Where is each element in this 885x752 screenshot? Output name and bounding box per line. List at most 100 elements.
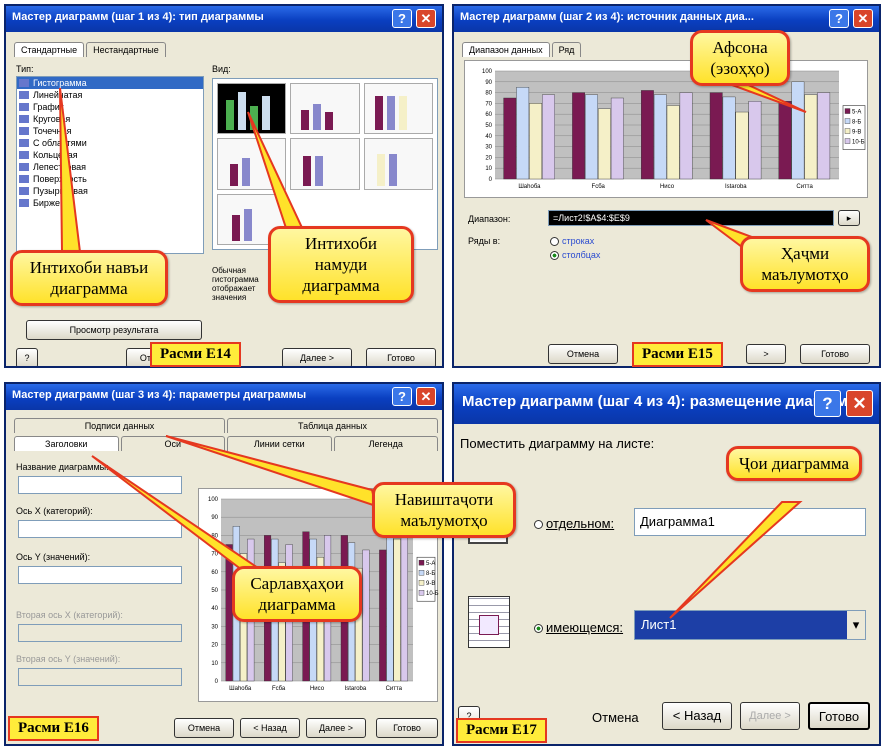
y-tick-label: 70 xyxy=(485,101,492,107)
list-item[interactable]: Кольцевая xyxy=(17,149,203,161)
y-tick-label: 90 xyxy=(485,80,492,86)
radio-existing[interactable]: имеющемся: xyxy=(534,620,623,635)
view-label: Вид: xyxy=(212,64,231,74)
separate-sheet-input[interactable]: Диаграмма1 xyxy=(634,508,866,536)
cancel-button[interactable]: Отмена xyxy=(548,344,618,364)
tab-data-table[interactable]: Таблица данных xyxy=(227,418,438,433)
chart-subtype-grid[interactable] xyxy=(212,78,438,250)
subtype-tile[interactable] xyxy=(217,83,287,135)
close-icon[interactable]: ✕ xyxy=(853,9,873,28)
y-tick-label: 60 xyxy=(485,112,492,118)
finish-button[interactable]: Готово xyxy=(376,718,438,738)
x-tick-label: Fсба xyxy=(272,686,286,692)
placement-section-label: Поместить диаграмму на листе: xyxy=(460,436,655,451)
tab-series[interactable]: Ряд xyxy=(551,42,582,57)
y-axis-input[interactable] xyxy=(18,566,182,584)
radio-columns[interactable]: столбцах xyxy=(550,250,601,261)
y-tick-label: 70 xyxy=(211,552,218,558)
next-button[interactable]: Далее > xyxy=(282,348,352,366)
next-button: Далее > xyxy=(740,702,800,730)
x-tick-label: Шаhоба xyxy=(518,184,541,190)
next-button[interactable]: > xyxy=(746,344,786,364)
x-axis-input[interactable] xyxy=(18,520,182,538)
subtype-tile[interactable] xyxy=(290,138,360,190)
legend-swatch xyxy=(844,138,851,144)
radio-circle-icon xyxy=(534,624,543,634)
bar xyxy=(804,94,818,180)
legend-label: 8-Б xyxy=(852,120,861,126)
list-item[interactable]: Точечная xyxy=(17,125,203,137)
list-item[interactable]: Поверхность xyxy=(17,173,203,185)
help-button[interactable]: ? xyxy=(16,348,38,366)
finish-button[interactable]: Готово xyxy=(808,702,870,730)
chart-title-input[interactable] xyxy=(18,476,182,494)
help-icon[interactable]: ? xyxy=(392,9,412,28)
legend-swatch xyxy=(844,118,851,124)
tab-legend[interactable]: Легенда xyxy=(333,436,438,451)
help-icon[interactable]: ? xyxy=(392,387,412,406)
subtype-tile[interactable] xyxy=(217,138,287,190)
y-tick-label: 20 xyxy=(485,155,492,161)
close-icon[interactable]: ✕ xyxy=(846,390,873,417)
tab-standard[interactable]: Стандартные xyxy=(14,42,85,57)
help-icon[interactable]: ? xyxy=(829,9,849,28)
radio-rows-label: строках xyxy=(562,236,595,246)
radio-separate[interactable]: отдельном: xyxy=(534,516,614,531)
x-tick-label: Istaroba xyxy=(345,686,367,692)
secondary-x-label: Вторая ось X (категорий): xyxy=(16,610,123,620)
list-item[interactable]: Пузырьковая xyxy=(17,185,203,197)
chevron-down-icon[interactable]: ▾ xyxy=(847,611,865,639)
y-tick-label: 60 xyxy=(211,570,218,576)
tab-data-range[interactable]: Диапазон данных xyxy=(462,42,550,57)
subtype-tile[interactable] xyxy=(363,138,433,190)
list-item[interactable]: Лепестковая xyxy=(17,161,203,173)
x-tick-label: Fсба xyxy=(592,184,606,190)
preview-button[interactable]: Просмотр результата xyxy=(26,320,202,340)
dialog-title: Мастер диаграмм (шаг 4 из 4): размещение… xyxy=(462,393,872,410)
existing-sheet-select[interactable]: Лист1 ▾ xyxy=(634,610,866,640)
legend-label: 10-Б xyxy=(852,140,865,146)
list-item[interactable]: Биржевая xyxy=(17,197,203,209)
radio-columns-label: столбцах xyxy=(562,250,601,260)
tab-data-labels[interactable]: Подписи данных xyxy=(14,418,225,433)
callout-chart-view: Интихоби намуди диаграмма xyxy=(268,226,414,303)
list-item[interactable]: Круговая xyxy=(17,113,203,125)
range-input[interactable]: =Лист2!$A$4:$E$9 xyxy=(548,210,834,226)
list-item[interactable]: С областями xyxy=(17,137,203,149)
cancel-button[interactable]: Отмена xyxy=(592,710,639,725)
y-tick-label: 30 xyxy=(485,145,492,151)
close-icon[interactable]: ✕ xyxy=(416,387,436,406)
finish-button[interactable]: Готово xyxy=(366,348,436,366)
bar xyxy=(817,92,831,180)
next-button[interactable]: Далее > xyxy=(306,718,366,738)
tab-gridlines[interactable]: Линии сетки xyxy=(227,436,332,451)
chart-title-label: Название диаграммы: xyxy=(16,462,109,472)
tab-custom[interactable]: Нестандартные xyxy=(86,42,166,57)
chart-type-list[interactable]: Гистограмма Линейчатая График Круговая Т… xyxy=(16,76,204,254)
close-icon[interactable]: ✕ xyxy=(416,9,436,28)
tab-axes[interactable]: Оси xyxy=(120,436,225,451)
subtype-tile[interactable] xyxy=(363,83,433,135)
bar xyxy=(748,101,762,180)
rows-label: Ряды в: xyxy=(468,236,501,246)
back-button[interactable]: < Назад xyxy=(662,702,732,730)
finish-button[interactable]: Готово xyxy=(800,344,870,364)
collapse-dialog-button[interactable]: ▸ xyxy=(838,210,860,226)
legend-label: 5-А xyxy=(426,561,435,567)
list-item[interactable]: Гистограмма xyxy=(17,77,203,89)
radio-rows[interactable]: строках xyxy=(550,236,595,247)
list-item[interactable]: График xyxy=(17,101,203,113)
dialog-step3: Мастер диаграмм (шаг 3 из 4): параметры … xyxy=(4,382,444,746)
bar xyxy=(597,108,611,180)
help-icon[interactable]: ? xyxy=(814,390,841,417)
cancel-button[interactable]: Отмена xyxy=(174,718,234,738)
back-button[interactable]: < Назад xyxy=(240,718,300,738)
radio-circle-icon xyxy=(534,520,543,530)
legend-swatch xyxy=(418,580,425,586)
legend-label: 9-В xyxy=(852,130,861,136)
list-item[interactable]: Линейчатая xyxy=(17,89,203,101)
subtype-tile[interactable] xyxy=(290,83,360,135)
tab-titles[interactable]: Заголовки xyxy=(14,436,119,451)
y-tick-label: 0 xyxy=(489,177,493,183)
dialog-step1: Мастер диаграмм (шаг 1 из 4): тип диагра… xyxy=(4,4,444,368)
